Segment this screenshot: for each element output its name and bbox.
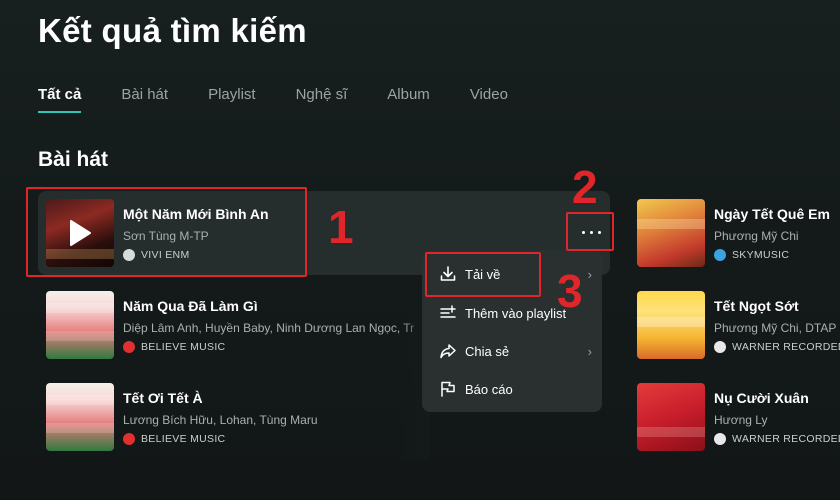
label-logo-icon — [123, 433, 135, 445]
song-artist[interactable]: Diệp Lâm Anh, Huyền Baby, Ninh Dương Lan… — [123, 321, 414, 335]
share-icon — [440, 344, 456, 359]
add-to-playlist-icon — [440, 305, 456, 318]
song-thumbnail — [637, 383, 705, 451]
song-artist[interactable]: Phương Mỹ Chi — [714, 229, 799, 243]
label-name: BELIEVE MUSIC — [141, 341, 226, 353]
song-row[interactable]: Nụ Cười Xuân Hương Ly WARNER RECORDED — [629, 375, 840, 459]
label-name: WARNER RECORDED — [732, 341, 840, 353]
label-name: WARNER RECORDED — [732, 433, 840, 445]
song-title[interactable]: Nụ Cười Xuân — [714, 390, 809, 406]
song-label: BELIEVE MUSIC — [123, 341, 225, 353]
tab-album[interactable]: Album — [387, 86, 430, 113]
song-label: SKYMUSIC — [714, 249, 789, 261]
song-artist[interactable]: Hương Ly — [714, 413, 767, 427]
menu-item-label: Chia sẻ — [465, 343, 510, 359]
menu-item-share[interactable]: Chia sẻ › — [422, 333, 602, 369]
label-logo-icon — [123, 341, 135, 353]
song-row[interactable]: Ngày Tết Quê Em Phương Mỹ Chi SKYMUSIC — [629, 191, 840, 275]
song-row[interactable]: Tết Ơi Tết À Lương Bích Hữu, Lohan, Tùng… — [38, 375, 418, 459]
song-label: WARNER RECORDED — [714, 341, 840, 353]
tab-bar: Tất cả Bài hát Playlist Nghệ sĩ Album Vi… — [38, 86, 548, 113]
song-row[interactable]: Tết Ngọt Sớt Phương Mỹ Chi, DTAP WARNER … — [629, 283, 840, 367]
section-title-songs: Bài hát — [38, 148, 109, 171]
annotation-box-step1 — [26, 187, 307, 277]
song-title[interactable]: Ngày Tết Quê Em — [714, 206, 830, 222]
song-title[interactable]: Tết Ơi Tết À — [123, 390, 203, 406]
tab-artists[interactable]: Nghệ sĩ — [296, 86, 348, 113]
song-artist[interactable]: Phương Mỹ Chi, DTAP — [714, 321, 836, 335]
song-label: WARNER RECORDED — [714, 433, 840, 445]
menu-item-label: Thêm vào playlist — [465, 305, 567, 321]
song-title[interactable]: Tết Ngọt Sớt — [714, 298, 799, 314]
annotation-box-step2 — [566, 212, 614, 251]
flag-icon — [441, 381, 455, 397]
label-logo-icon — [714, 433, 726, 445]
song-thumbnail — [46, 291, 114, 359]
tab-video[interactable]: Video — [470, 86, 508, 113]
menu-item-label: Báo cáo — [465, 381, 513, 397]
tab-playlist[interactable]: Playlist — [208, 86, 256, 113]
menu-item-report[interactable]: Báo cáo — [422, 371, 602, 407]
chevron-right-icon: › — [587, 343, 592, 359]
song-thumbnail — [637, 199, 705, 267]
song-label: BELIEVE MUSIC — [123, 433, 225, 445]
annotation-number-step2: 2 — [572, 161, 598, 213]
tab-songs[interactable]: Bài hát — [121, 86, 168, 113]
song-thumbnail — [637, 291, 705, 359]
label-logo-icon — [714, 249, 726, 261]
song-title[interactable]: Năm Qua Đã Làm Gì — [123, 298, 258, 314]
song-thumbnail — [46, 383, 114, 451]
tab-all[interactable]: Tất cả — [38, 86, 82, 113]
annotation-box-step3 — [425, 252, 541, 297]
label-logo-icon — [714, 341, 726, 353]
page-title: Kết quả tìm kiếm — [38, 12, 307, 49]
song-row[interactable]: Năm Qua Đã Làm Gì Diệp Lâm Anh, Huyền Ba… — [38, 283, 418, 367]
label-name: SKYMUSIC — [732, 249, 790, 261]
annotation-number-step3: 3 — [557, 265, 583, 317]
annotation-number-step1: 1 — [328, 201, 354, 253]
song-artist[interactable]: Lương Bích Hữu, Lohan, Tùng Maru — [123, 413, 318, 427]
label-name: BELIEVE MUSIC — [141, 433, 226, 445]
chevron-right-icon: › — [587, 266, 592, 282]
